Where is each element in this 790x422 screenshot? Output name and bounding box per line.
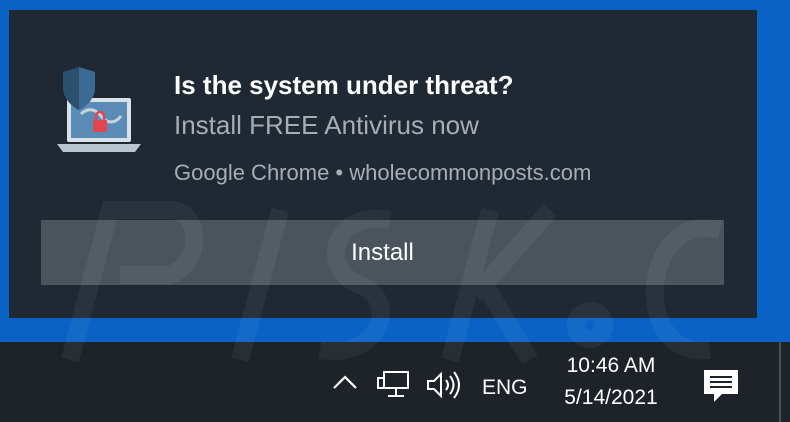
install-button[interactable]: Install (41, 220, 724, 285)
chevron-up-icon[interactable] (330, 370, 360, 394)
clock[interactable]: 10:46 AM 5/14/2021 (548, 354, 674, 410)
taskbar-divider (779, 342, 781, 422)
network-icon[interactable] (376, 370, 412, 400)
volume-icon[interactable] (424, 370, 464, 400)
action-center-icon[interactable] (700, 366, 742, 406)
clock-date: 5/14/2021 (564, 386, 658, 409)
toast-notification[interactable]: Is the system under threat? Install FREE… (9, 10, 757, 318)
language-indicator[interactable]: ENG (482, 376, 528, 400)
notification-title: Is the system under threat? (174, 70, 514, 100)
notification-attribution: Google Chrome • wholecommonposts.com (174, 160, 592, 185)
notification-body: Install FREE Antivirus now (174, 110, 479, 140)
taskbar: ENG 10:46 AM 5/14/2021 (0, 342, 790, 422)
antivirus-laptop-shield-icon (57, 67, 141, 152)
clock-time: 10:46 AM (566, 354, 656, 377)
